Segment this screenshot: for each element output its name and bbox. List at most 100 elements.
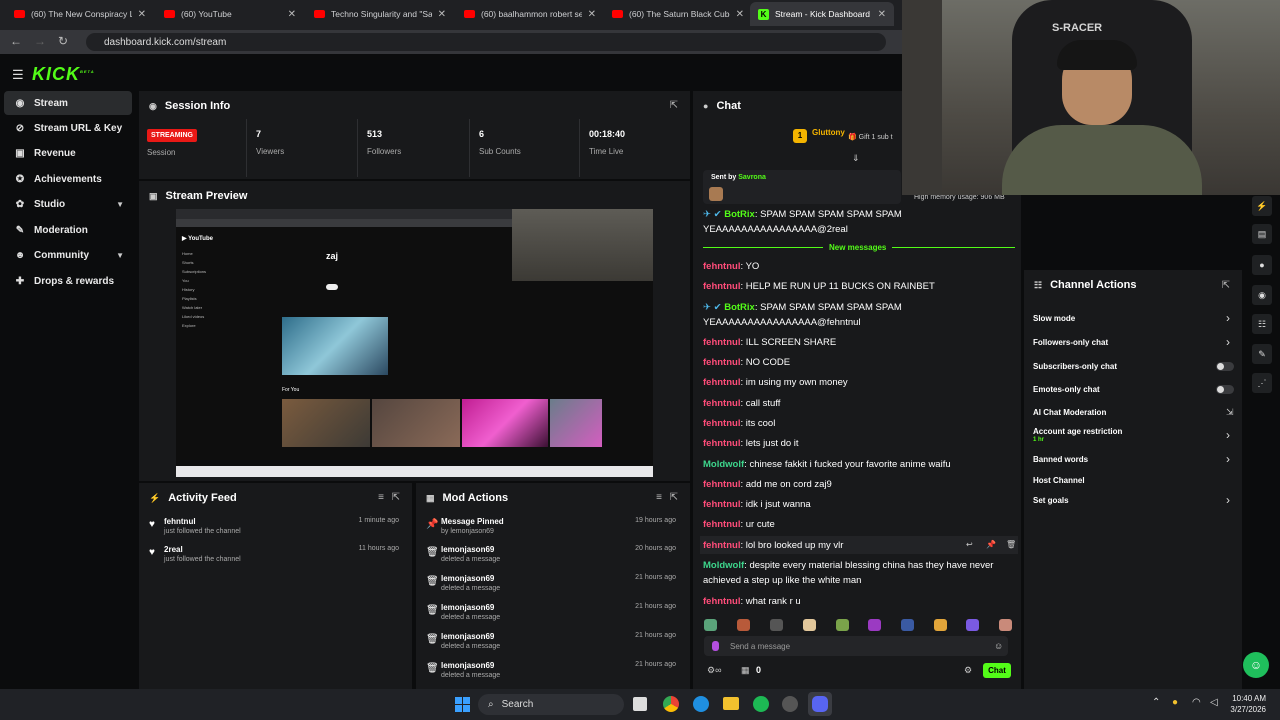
emote-icon[interactable] (770, 619, 783, 631)
browser-tab[interactable]: (60) YouTube ✕ (156, 2, 304, 26)
channel-action-set-goals[interactable]: Set goals (1033, 496, 1069, 505)
emote-icon[interactable] (836, 619, 849, 631)
sidebar-item-achievements[interactable]: ✪ Achievements (4, 167, 132, 191)
windows-start-icon[interactable] (455, 697, 470, 712)
chevron-right-icon[interactable]: › (1226, 311, 1230, 325)
chevron-right-icon[interactable]: › (1226, 452, 1230, 466)
sidebar-item-moderation[interactable]: ✎ Moderation (4, 218, 132, 242)
channel-action-host-channel[interactable]: Host Channel (1033, 476, 1085, 485)
sidebar-item-drops[interactable]: ✚ Drops & rewards (4, 269, 132, 293)
chat-send-button[interactable]: Chat (983, 663, 1011, 678)
rail-broadcast-icon[interactable]: ◉ (1252, 285, 1272, 305)
chevron-right-icon[interactable]: › (1226, 335, 1230, 349)
chat-message[interactable]: fehntnul: lets just do it (703, 436, 1015, 451)
filter-icon[interactable]: ≡ (378, 492, 384, 503)
scroll-down-icon[interactable]: ⇓ (852, 153, 860, 164)
chat-message[interactable]: fehntnul: its cool (703, 416, 1015, 431)
trash-icon[interactable]: 🗑 (1006, 540, 1016, 549)
infinity-icon[interactable]: ⚙∞ (707, 665, 721, 676)
rail-chat-icon[interactable]: ● (1252, 255, 1272, 275)
chat-message[interactable]: fehntnul: ILL SCREEN SHARE (703, 335, 1015, 350)
back-icon[interactable]: ← (10, 34, 22, 48)
sidebar-item-stream-url-key[interactable]: ⊘ Stream URL & Key (4, 116, 132, 140)
rail-list-icon[interactable]: ☷ (1252, 314, 1272, 334)
wifi-icon[interactable]: ◠ (1192, 697, 1201, 708)
mic-icon[interactable]: ● (1172, 697, 1178, 708)
chat-message[interactable]: ✈ ✔ BotRix: SPAM SPAM SPAM SPAM SPAM YEA… (703, 300, 1015, 330)
chrome-icon[interactable] (663, 696, 679, 712)
chat-message[interactable]: fehntnul: YO (703, 259, 1015, 274)
spotify-icon[interactable] (753, 696, 769, 712)
emote-icon[interactable] (737, 619, 750, 631)
popout-icon[interactable]: ⇱ (392, 492, 400, 503)
rail-bolt-icon[interactable]: ⚡ (1252, 196, 1272, 216)
reply-icon[interactable]: ↩ (966, 540, 973, 549)
browser-tab-active[interactable]: K Stream - Kick Dashboard ✕ (750, 2, 894, 26)
pin-icon[interactable]: 📌 (986, 540, 996, 549)
url-field[interactable]: dashboard.kick.com/stream (86, 33, 886, 51)
emote-icon[interactable] (704, 619, 717, 631)
chat-message[interactable]: ✈ ✔ BotRix: SPAM SPAM SPAM SPAM SPAM YEA… (703, 207, 1015, 237)
chat-message[interactable]: fehntnul: NO CODE (703, 355, 1015, 370)
popout-icon[interactable]: ⇱ (1222, 280, 1230, 291)
chat-input[interactable]: Send a message (704, 636, 1008, 656)
help-chat-icon[interactable]: ☺ (1243, 652, 1269, 678)
chat-message[interactable]: fehntnul: HELP ME RUN UP 11 BUCKS ON RAI… (703, 279, 1015, 294)
rail-doc-icon[interactable]: ▤ (1252, 224, 1272, 244)
chat-message[interactable]: fehntnul: call stuff (703, 396, 1015, 411)
chevron-right-icon[interactable]: › (1226, 493, 1230, 507)
menu-icon[interactable]: ☰ (12, 67, 24, 83)
browser-tab[interactable]: (60) baalhammon robert sep ✕ (456, 2, 604, 26)
popout-icon[interactable]: ⇱ (670, 492, 678, 503)
close-icon[interactable]: ✕ (588, 9, 596, 20)
rail-share-icon[interactable]: ⋰ (1252, 373, 1272, 393)
channel-action-slow-mode[interactable]: Slow mode (1033, 314, 1075, 323)
chat-message[interactable]: Moldwolf: despite every material blessin… (703, 558, 1015, 588)
close-icon[interactable]: ✕ (288, 9, 296, 20)
chevron-right-icon[interactable]: › (1226, 428, 1230, 442)
chat-message[interactable]: fehntnul: idk i jsut wanna (703, 497, 1015, 512)
chat-message[interactable]: fehntnul: im using my own money (703, 375, 1015, 390)
chevron-up-icon[interactable]: ⌃ (1152, 697, 1160, 708)
close-icon[interactable]: ✕ (736, 9, 744, 20)
forward-icon[interactable]: → (34, 34, 46, 48)
settings-icon[interactable]: ⚙ (964, 665, 972, 676)
chat-message[interactable]: fehntnul: what rank r u (703, 594, 1015, 609)
stream-preview-video[interactable]: ▶ YouTube zaj For You Home Shorts Subscrip… (176, 209, 653, 477)
browser-tab[interactable]: (60) The New Conspiracy La ✕ (6, 2, 154, 26)
kick-logo[interactable]: KICKBETA (32, 64, 95, 85)
rail-wrench-icon[interactable]: ✎ (1252, 344, 1272, 364)
close-icon[interactable]: ✕ (878, 9, 886, 20)
chat-message[interactable]: Moldwolf: chinese fakkit i fucked your f… (703, 457, 1015, 472)
emote-icon[interactable] (868, 619, 881, 631)
external-link-icon[interactable]: ⇲ (1226, 407, 1234, 418)
reload-icon[interactable]: ↻ (58, 34, 68, 48)
taskbar-search[interactable]: ⌕ Search (478, 694, 624, 715)
clock[interactable]: 10:40 AM 3/27/2026 (1226, 693, 1266, 715)
close-icon[interactable]: ✕ (438, 9, 446, 20)
volume-icon[interactable]: ◁ (1210, 697, 1218, 708)
filter-icon[interactable]: ≡ (656, 492, 662, 503)
channel-action-banned-words[interactable]: Banned words (1033, 455, 1088, 464)
emote-icon[interactable] (999, 619, 1012, 631)
channel-action-ai-moderation[interactable]: AI Chat Moderation (1033, 408, 1106, 417)
emote-icon[interactable] (803, 619, 816, 631)
sidebar-item-revenue[interactable]: ▣ Revenue (4, 141, 132, 165)
chat-message[interactable]: fehntnul: ur cute (703, 517, 1015, 532)
task-view-icon[interactable] (633, 697, 647, 711)
channel-action-followers-only[interactable]: Followers-only chat (1033, 338, 1108, 347)
emote-icon[interactable] (966, 619, 979, 631)
obs-icon[interactable] (782, 696, 798, 712)
browser-tab[interactable]: (60) The Saturn Black Cube T✕ (604, 2, 752, 26)
gift-counter[interactable]: ▦ 0 (741, 665, 761, 676)
subscribers-only-toggle[interactable] (1216, 362, 1234, 371)
emote-icon[interactable] (901, 619, 914, 631)
channel-action-account-age[interactable]: Account age restriction 1 hr (1033, 427, 1122, 443)
discord-tile[interactable] (808, 692, 832, 716)
emoji-icon[interactable]: ☺ (994, 641, 1003, 651)
chat-message[interactable]: fehntnul: add me on cord zaj9 (703, 477, 1015, 492)
emote-icon[interactable] (934, 619, 947, 631)
emotes-only-toggle[interactable] (1216, 385, 1234, 394)
sidebar-item-studio[interactable]: ✿ Studio ▼ (4, 192, 132, 216)
close-icon[interactable]: ✕ (138, 9, 146, 20)
